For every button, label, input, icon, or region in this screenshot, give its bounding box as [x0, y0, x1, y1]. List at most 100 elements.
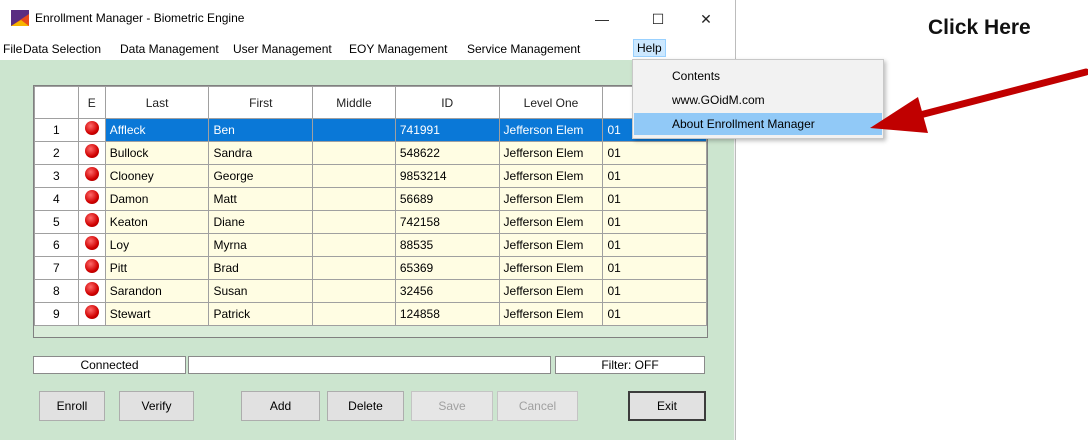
level-one-cell[interactable]: Jefferson Elem [498, 187, 604, 211]
not-enrolled-icon [84, 212, 99, 227]
level-one-cell[interactable]: Jefferson Elem [498, 302, 604, 326]
level-one-cell[interactable]: Jefferson Elem [498, 279, 604, 303]
menu-user-management[interactable]: User Management [233, 42, 332, 56]
last-name-cell[interactable]: Keaton [104, 210, 210, 234]
exit-button[interactable]: Exit [628, 391, 706, 421]
id-cell[interactable]: 124858 [394, 302, 500, 326]
level-two-cell[interactable]: 01 [602, 164, 707, 188]
delete-button[interactable]: Delete [327, 391, 404, 421]
level-one-cell[interactable]: Jefferson Elem [498, 256, 604, 280]
id-cell[interactable]: 56689 [394, 187, 500, 211]
column-header-last[interactable]: Last [104, 86, 210, 119]
level-two-cell[interactable]: 01 [602, 302, 707, 326]
menu-file[interactable]: File [3, 42, 22, 56]
add-button[interactable]: Add [241, 391, 320, 421]
first-name-cell[interactable]: George [208, 164, 314, 188]
column-header-e[interactable]: E [77, 86, 106, 119]
middle-name-cell[interactable] [312, 256, 396, 280]
id-cell[interactable]: 65369 [394, 256, 500, 280]
middle-name-cell[interactable] [312, 279, 396, 303]
id-cell[interactable]: 9853214 [394, 164, 500, 188]
table-row[interactable]: 8 Sarandon Susan 32456 Jefferson Elem 01 [34, 279, 707, 303]
level-one-cell[interactable]: Jefferson Elem [498, 210, 604, 234]
middle-name-cell[interactable] [312, 141, 396, 165]
menu-eoy-management[interactable]: EOY Management [349, 42, 448, 56]
last-name-cell[interactable]: Sarandon [104, 279, 210, 303]
level-two-cell[interactable]: 01 [602, 187, 707, 211]
middle-name-cell[interactable] [312, 233, 396, 257]
id-cell[interactable]: 742158 [394, 210, 500, 234]
column-header-id[interactable]: ID [394, 86, 500, 119]
table-row[interactable]: 7 Pitt Brad 65369 Jefferson Elem 01 [34, 256, 707, 280]
menu-item-website[interactable]: www.GOidM.com [634, 89, 882, 111]
level-one-cell[interactable]: Jefferson Elem [498, 164, 604, 188]
first-name-cell[interactable]: Myrna [208, 233, 314, 257]
middle-name-cell[interactable] [312, 210, 396, 234]
enrollment-grid[interactable]: E Last First Middle ID Level One L 1 Aff… [33, 85, 708, 338]
not-enrolled-icon [84, 281, 99, 296]
first-name-cell[interactable]: Diane [208, 210, 314, 234]
menu-item-contents[interactable]: Contents [634, 65, 882, 87]
table-row[interactable]: 4 Damon Matt 56689 Jefferson Elem 01 [34, 187, 707, 211]
last-name-cell[interactable]: Clooney [104, 164, 210, 188]
column-header-first[interactable]: First [208, 86, 314, 119]
table-row[interactable]: 6 Loy Myrna 88535 Jefferson Elem 01 [34, 233, 707, 257]
middle-name-cell[interactable] [312, 118, 396, 142]
table-row[interactable]: 9 Stewart Patrick 124858 Jefferson Elem … [34, 302, 707, 326]
middle-name-cell[interactable] [312, 187, 396, 211]
level-one-cell[interactable]: Jefferson Elem [498, 141, 604, 165]
menu-data-selection[interactable]: Data Selection [23, 42, 101, 56]
enroll-button[interactable]: Enroll [39, 391, 105, 421]
last-name-cell[interactable]: Bullock [104, 141, 210, 165]
menu-item-label: www.GOidM.com [672, 93, 765, 107]
first-name-cell[interactable]: Matt [208, 187, 314, 211]
save-button[interactable]: Save [411, 391, 493, 421]
not-enrolled-icon [84, 258, 99, 273]
middle-name-cell[interactable] [312, 164, 396, 188]
table-row[interactable]: 3 Clooney George 9853214 Jefferson Elem … [34, 164, 707, 188]
table-row[interactable]: 5 Keaton Diane 742158 Jefferson Elem 01 [34, 210, 707, 234]
first-name-cell[interactable]: Sandra [208, 141, 314, 165]
menu-help[interactable]: Help [633, 39, 666, 57]
menu-data-management[interactable]: Data Management [120, 42, 219, 56]
close-button[interactable]: ✕ [686, 4, 726, 34]
last-name-cell[interactable]: Damon [104, 187, 210, 211]
enrollment-status [77, 141, 106, 165]
id-cell[interactable]: 32456 [394, 279, 500, 303]
last-name-cell[interactable]: Affleck [104, 118, 210, 142]
first-name-cell[interactable]: Ben [208, 118, 314, 142]
column-header-middle[interactable]: Middle [312, 86, 396, 119]
level-one-cell[interactable]: Jefferson Elem [498, 233, 604, 257]
cancel-button[interactable]: Cancel [497, 391, 578, 421]
level-two-cell[interactable]: 01 [602, 256, 707, 280]
minimize-button[interactable]: — [582, 4, 622, 34]
first-name-cell[interactable]: Patrick [208, 302, 314, 326]
first-name-cell[interactable]: Susan [208, 279, 314, 303]
row-number: 9 [34, 302, 79, 326]
title-bar[interactable]: Enrollment Manager - Biometric Engine — … [0, 0, 735, 38]
last-name-cell[interactable]: Pitt [104, 256, 210, 280]
level-two-cell[interactable]: 01 [602, 279, 707, 303]
enrollment-status [77, 279, 106, 303]
first-name-cell[interactable]: Brad [208, 256, 314, 280]
level-two-cell[interactable]: 01 [602, 233, 707, 257]
middle-name-cell[interactable] [312, 302, 396, 326]
id-cell[interactable]: 88535 [394, 233, 500, 257]
last-name-cell[interactable]: Stewart [104, 302, 210, 326]
row-number: 3 [34, 164, 79, 188]
column-header-level-one[interactable]: Level One [498, 86, 604, 119]
level-two-cell[interactable]: 01 [602, 210, 707, 234]
table-row[interactable]: 2 Bullock Sandra 548622 Jefferson Elem 0… [34, 141, 707, 165]
level-two-cell[interactable]: 01 [602, 141, 707, 165]
row-number: 4 [34, 187, 79, 211]
level-one-cell[interactable]: Jefferson Elem [498, 118, 604, 142]
menu-item-about[interactable]: About Enrollment Manager [634, 113, 882, 135]
row-number: 7 [34, 256, 79, 280]
last-name-cell[interactable]: Loy [104, 233, 210, 257]
maximize-button[interactable]: ☐ [638, 4, 678, 34]
verify-button[interactable]: Verify [119, 391, 194, 421]
table-row[interactable]: 1 Affleck Ben 741991 Jefferson Elem 01 [34, 118, 707, 142]
menu-service-management[interactable]: Service Management [467, 42, 580, 56]
id-cell[interactable]: 548622 [394, 141, 500, 165]
id-cell[interactable]: 741991 [394, 118, 500, 142]
